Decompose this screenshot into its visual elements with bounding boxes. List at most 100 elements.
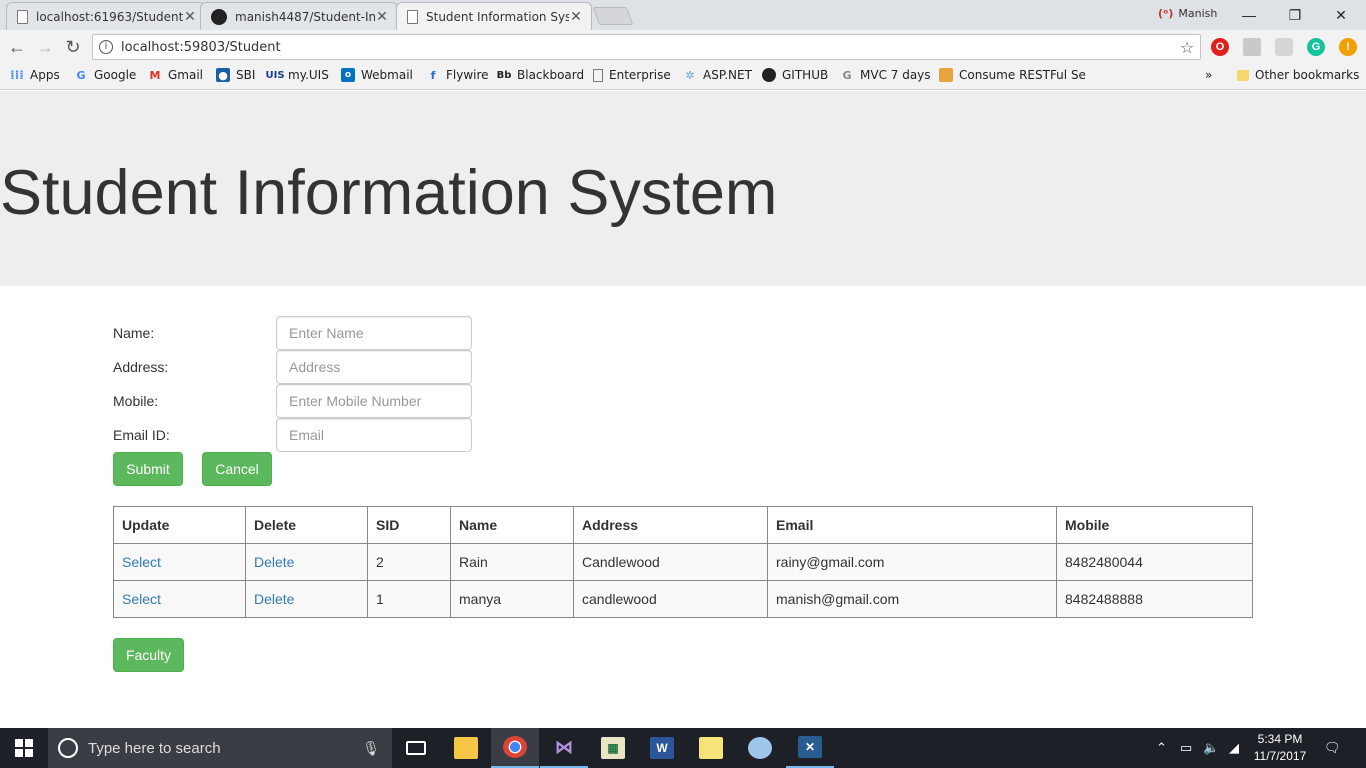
camera-icon[interactable] <box>1275 38 1293 56</box>
browser-tab-1[interactable]: localhost:61963/StudentI ✕ <box>6 2 206 30</box>
cancel-button[interactable]: Cancel <box>202 452 272 486</box>
close-window-button[interactable]: ✕ <box>1318 0 1364 30</box>
address-input[interactable] <box>276 350 472 384</box>
taskbar-clock[interactable]: 5:34 PM 11/7/2017 <box>1252 731 1308 765</box>
volume-control[interactable]: 🔈 <box>1203 728 1219 768</box>
browser-tab-2[interactable]: manish4487/Student-Info ✕ <box>200 2 398 30</box>
url-text[interactable]: localhost:59803/Student <box>121 40 1174 55</box>
speaker-icon: 🔈 <box>1203 740 1220 755</box>
start-button[interactable] <box>0 728 48 768</box>
bookmark-mvc[interactable]: G MVC 7 days <box>840 68 931 82</box>
star-icon[interactable]: ☆ <box>1174 38 1200 57</box>
address-bar[interactable]: i localhost:59803/Student ☆ <box>92 34 1201 60</box>
document-icon <box>593 68 603 82</box>
profile-name: Manish <box>1178 7 1218 20</box>
close-icon[interactable]: ✕ <box>569 8 583 25</box>
bookmark-webmail[interactable]: o Webmail <box>341 68 413 82</box>
bookmark-consume-restful[interactable]: Consume RESTFul Se <box>939 68 1086 82</box>
delete-link[interactable]: Delete <box>254 554 294 570</box>
bookmark-label: Blackboard <box>517 68 585 82</box>
bookmark-flywire[interactable]: f Flywire <box>426 68 489 82</box>
taskbar-visual-studio[interactable]: ⋈ <box>540 728 588 768</box>
battery-status[interactable]: ▭ <box>1180 728 1192 768</box>
mobile-label: Mobile: <box>113 393 159 409</box>
network-status[interactable]: ◢ <box>1229 728 1239 768</box>
minimize-button[interactable]: — <box>1226 0 1272 30</box>
apps-grid-icon: ⁞⁞⁞ <box>10 68 24 82</box>
profile-icon: (ᵒ) <box>1158 7 1174 20</box>
mobile-cell: 8482488888 <box>1056 580 1253 618</box>
bookmark-aspnet[interactable]: ✲ ASP.NET <box>683 68 752 82</box>
arrow-left-icon: ← <box>8 36 26 57</box>
task-view-button[interactable] <box>392 728 440 768</box>
bookmark-myuis[interactable]: UIS my.UIS <box>265 68 328 82</box>
visual-studio-icon: ⋈ <box>555 736 573 757</box>
info-icon[interactable]: i <box>99 40 113 54</box>
taskbar-word[interactable]: W <box>638 728 686 768</box>
new-tab-button[interactable] <box>592 7 634 25</box>
name-input[interactable] <box>276 316 472 350</box>
other-bookmarks-folder[interactable]: Other bookmarks <box>1237 68 1359 82</box>
back-button[interactable]: ← <box>6 36 28 58</box>
taskbar-file-explorer[interactable] <box>442 728 490 768</box>
close-icon[interactable]: ✕ <box>183 8 197 25</box>
forward-button[interactable]: → <box>34 36 56 58</box>
show-hidden-icons-button[interactable]: ⌃ <box>1156 728 1167 768</box>
taskbar-excel[interactable]: ▦ <box>589 728 637 768</box>
taskbar-chrome[interactable] <box>491 728 539 768</box>
microphone-icon[interactable]: 🎙 <box>362 740 380 757</box>
bookmark-enterprise[interactable]: Enterprise <box>593 68 671 82</box>
bookmark-sbi[interactable]: ● SBI <box>216 68 255 82</box>
taskbar-search-box[interactable]: Type here to search 🎙 <box>48 728 392 768</box>
column-header: SID <box>367 506 451 544</box>
paint-icon <box>748 737 772 759</box>
blackboard-icon: Bb <box>496 69 512 81</box>
opera-icon[interactable]: O <box>1211 38 1229 56</box>
action-center-button[interactable]: 🗨 <box>1324 728 1341 768</box>
chrome-icon <box>503 736 527 758</box>
faculty-button[interactable]: Faculty <box>113 638 184 672</box>
close-icon[interactable]: ✕ <box>375 8 389 25</box>
select-link[interactable]: Select <box>122 591 161 607</box>
windows-logo-icon <box>15 739 33 757</box>
sid-cell: 1 <box>367 580 451 618</box>
windows-taskbar: Type here to search 🎙 ⋈ ▦ W ✕ ⌃ ▭ 🔈 ◢ 5:… <box>0 728 1366 768</box>
column-header: Address <box>573 506 768 544</box>
bookmark-label: Apps <box>30 68 60 82</box>
sbi-icon: ● <box>216 68 230 82</box>
profile-button[interactable]: (ᵒ) Manish <box>1158 7 1217 20</box>
taskbar-sql-server[interactable]: ✕ <box>786 728 834 768</box>
restore-button[interactable]: ❐ <box>1272 0 1318 30</box>
bookmark-google[interactable]: G Google <box>74 68 136 82</box>
bookmark-apps[interactable]: ⁞⁞⁞ Apps <box>10 68 60 82</box>
select-link[interactable]: Select <box>122 554 161 570</box>
reload-button[interactable]: ↻ <box>62 36 84 58</box>
bookmark-label: GITHUB <box>782 68 829 82</box>
email-label: Email ID: <box>113 427 170 443</box>
address-cell: Candlewood <box>573 543 768 581</box>
alert-icon[interactable]: ! <box>1339 38 1357 56</box>
grammarly-icon[interactable]: G <box>1307 38 1325 56</box>
bookmark-label: MVC 7 days <box>860 68 931 82</box>
github-icon <box>211 8 227 25</box>
bookmark-gmail[interactable]: M Gmail <box>148 68 204 82</box>
email-input[interactable] <box>276 418 472 452</box>
delete-link[interactable]: Delete <box>254 591 294 607</box>
mobile-input[interactable] <box>276 384 472 418</box>
bookmark-github[interactable]: GITHUB <box>762 68 828 82</box>
browser-tab-3[interactable]: Student Information Syst ✕ <box>396 2 592 30</box>
bookmarks-overflow-button[interactable]: » <box>1205 68 1212 82</box>
pdf-extension-icon[interactable] <box>1243 38 1261 56</box>
clock-date: 11/7/2017 <box>1253 749 1307 763</box>
flywire-icon: f <box>430 68 436 82</box>
bookmark-blackboard[interactable]: Bb Blackboard <box>496 68 585 82</box>
taskbar-paint[interactable] <box>736 728 784 768</box>
bookmark-label: Enterprise <box>609 68 671 82</box>
bookmark-label: Webmail <box>361 68 413 82</box>
bookmark-label: Consume RESTFul Se <box>959 68 1086 82</box>
google-icon: G <box>842 68 852 82</box>
chevron-up-icon: ⌃ <box>1156 740 1167 755</box>
submit-button[interactable]: Submit <box>113 452 183 486</box>
sql-server-icon: ✕ <box>798 736 822 758</box>
taskbar-sticky-notes[interactable] <box>687 728 735 768</box>
